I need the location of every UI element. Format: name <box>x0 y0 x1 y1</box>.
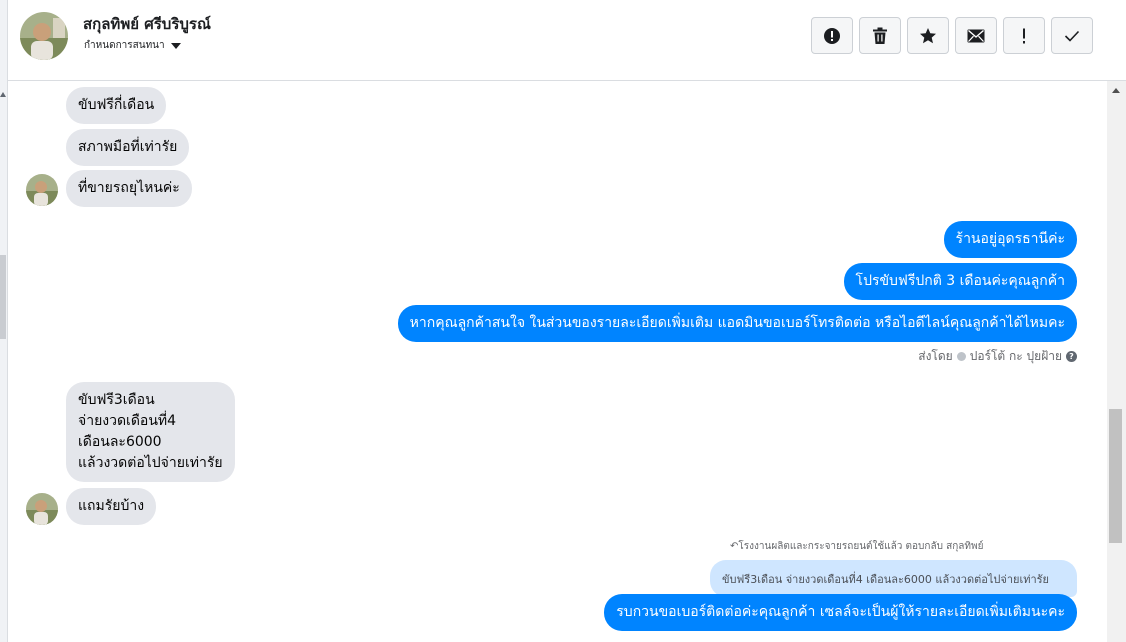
check-icon <box>1064 30 1080 42</box>
message-line: จ่ายงวดเดือนที่4 <box>78 413 177 429</box>
scroll-up-arrow-icon[interactable] <box>0 92 6 97</box>
incoming-message[interactable]: แถมรัยบ้าง <box>66 488 157 525</box>
sent-by-label: ส่งโดย ปอร์โต้ กะ ปุยฝ้าย ? <box>918 347 1077 366</box>
scroll-up-arrow-icon[interactable] <box>1112 88 1120 93</box>
envelope-icon <box>967 29 985 42</box>
incoming-message[interactable]: ขับฟรีกี่เดือน <box>66 87 167 124</box>
sent-by-name[interactable]: ปอร์โต้ กะ ปุยฝ้าย <box>970 347 1062 366</box>
outgoing-message[interactable]: รบกวนขอเบอร์ติดต่อค่ะคุณลูกค้า เซลล์จะเป… <box>604 594 1077 631</box>
message-line: แล้วงวดต่อไปจ่ายเท่ารัย <box>78 455 223 471</box>
mark-unread-button[interactable] <box>955 17 997 54</box>
conversation-scrollbar[interactable] <box>1107 81 1126 642</box>
outgoing-message[interactable]: โปรขับฟรีปกติ 3 เดือนค่ะคุณลูกค้า <box>843 263 1077 300</box>
scroll-thumb[interactable] <box>0 255 6 339</box>
contact-name[interactable]: สกุลทิพย์ ศรีบริบูรณ์ <box>83 12 211 36</box>
scroll-thumb[interactable] <box>1109 409 1122 543</box>
message-line: เดือนละ6000 <box>78 434 162 450</box>
incoming-message[interactable]: สภาพมือที่เท่ารัย <box>66 129 190 166</box>
reply-context-label: ↶โรงงานผลิตและกระจายรถยนต์ใช้แล้ว ตอบกลั… <box>730 541 984 552</box>
star-button[interactable] <box>907 17 949 54</box>
incoming-multiline-message[interactable]: ขับฟรี3เดือน จ่ายงวดเดือนที่4 เดือนละ600… <box>66 382 235 482</box>
star-icon <box>920 27 936 43</box>
admin-status-icon <box>956 352 966 361</box>
assign-label: กำหนดการสนทนา <box>84 40 165 51</box>
contact-avatar[interactable] <box>20 12 68 60</box>
conversation-header: สกุลทิพย์ ศรีบริบูรณ์ กำหนดการสนทนา <box>8 0 1126 81</box>
help-icon[interactable]: ? <box>1066 351 1077 362</box>
delete-button[interactable] <box>859 17 901 54</box>
chevron-down-icon <box>170 42 181 49</box>
alert-circle-icon <box>824 27 840 44</box>
messenger-inbox-page: สกุลทิพย์ ศรีบริบูรณ์ กำหนดการสนทนา ขับฟ… <box>0 0 1126 642</box>
outgoing-message[interactable]: หากคุณลูกค้าสนใจ ในส่วนของรายละเอียดเพิ่… <box>397 305 1077 342</box>
exclamation-icon <box>1023 28 1025 43</box>
message-line: ขับฟรี3เดือน <box>78 392 155 408</box>
left-panel-scrollbar[interactable] <box>0 0 8 642</box>
outgoing-message[interactable]: ร้านอยู่อุดรธานีค่ะ <box>943 221 1077 258</box>
sent-by-prefix: ส่งโดย <box>918 349 953 363</box>
sender-avatar[interactable] <box>26 174 58 206</box>
spam-button[interactable] <box>811 17 853 54</box>
incoming-message[interactable]: ที่ขายรถยุไหนค่ะ <box>66 170 192 207</box>
done-button[interactable] <box>1051 17 1093 54</box>
conversation-actions <box>811 17 1093 54</box>
important-button[interactable] <box>1003 17 1045 54</box>
assign-conversation-dropdown[interactable]: กำหนดการสนทนา <box>84 38 181 53</box>
quoted-message[interactable]: ขับฟรี3เดือน จ่ายงวดเดือนที่4 เดือนละ600… <box>710 560 1077 597</box>
sender-avatar[interactable] <box>26 493 58 525</box>
trash-icon <box>873 27 887 44</box>
